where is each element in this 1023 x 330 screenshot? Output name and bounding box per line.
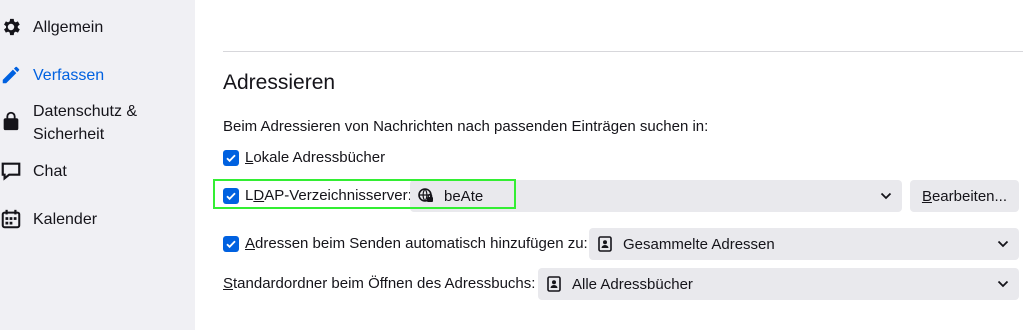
calendar-icon xyxy=(1,209,21,229)
local-address-books-checkbox[interactable] xyxy=(223,149,239,166)
gear-icon xyxy=(4,18,20,36)
default-folder-select[interactable]: Alle Adressbücher xyxy=(538,268,1019,300)
edit-ldap-label: Bearbeiten... xyxy=(921,187,1008,205)
checkmark-icon xyxy=(226,154,236,162)
globe-lock-icon xyxy=(418,188,433,202)
default-folder-label: Standardordner beim Öffnen des Adressbuc… xyxy=(223,275,536,292)
sidebar-item-label: Allgemein xyxy=(33,19,104,36)
local-address-books-row[interactable]: Lokale Adressbücher xyxy=(223,149,385,166)
address-book-icon xyxy=(598,236,612,252)
lock-icon xyxy=(3,111,19,131)
sidebar-item-label: Verfassen xyxy=(33,67,105,84)
edit-ldap-button[interactable]: Bearbeiten... xyxy=(910,180,1019,212)
ldap-server-select[interactable]: beAte xyxy=(410,180,902,212)
section-description: Beim Adressieren von Nachrichten nach pa… xyxy=(223,118,709,135)
section-title: Adressieren xyxy=(223,71,336,94)
sidebar-item-label: Chat xyxy=(33,163,67,180)
ldap-checkbox[interactable] xyxy=(223,187,239,204)
chevron-down-icon xyxy=(997,280,1009,288)
auto-add-label: Adressen beim Senden automatisch hinzufü… xyxy=(245,235,588,252)
sidebar-item-label: Datenschutz & xyxy=(33,103,138,120)
checkmark-icon xyxy=(226,240,236,248)
pencil-icon xyxy=(2,66,20,84)
ldap-server-value: beAte xyxy=(444,187,484,205)
checkmark-icon xyxy=(226,192,236,200)
sidebar: Allgemein Verfassen Datenschutz & Sicher… xyxy=(0,0,195,330)
address-book-icon xyxy=(547,276,561,292)
ldap-row[interactable]: LDAP-Verzeichnisserver: xyxy=(223,187,412,204)
divider xyxy=(223,51,1023,52)
chevron-down-icon xyxy=(880,192,892,200)
sidebar-item-label: Kalender xyxy=(33,211,98,228)
auto-add-book-value: Gesammelte Adressen xyxy=(623,235,775,253)
local-address-books-label: Lokale Adressbücher xyxy=(245,149,386,166)
default-folder-value: Alle Adressbücher xyxy=(572,275,693,293)
auto-add-book-select[interactable]: Gesammelte Adressen xyxy=(589,228,1019,260)
sidebar-item-label: Sicherheit xyxy=(33,126,105,143)
auto-add-row[interactable]: Adressen beim Senden automatisch hinzufü… xyxy=(223,235,588,252)
settings-pane: Adressieren Beim Adressieren von Nachric… xyxy=(195,0,1023,330)
default-folder-row: Standardordner beim Öffnen des Adressbuc… xyxy=(223,275,535,292)
auto-add-checkbox[interactable] xyxy=(223,235,239,252)
chat-bubble-icon xyxy=(1,162,21,181)
chevron-down-icon xyxy=(997,240,1009,248)
ldap-label: LDAP-Verzeichnisserver: xyxy=(245,187,412,204)
